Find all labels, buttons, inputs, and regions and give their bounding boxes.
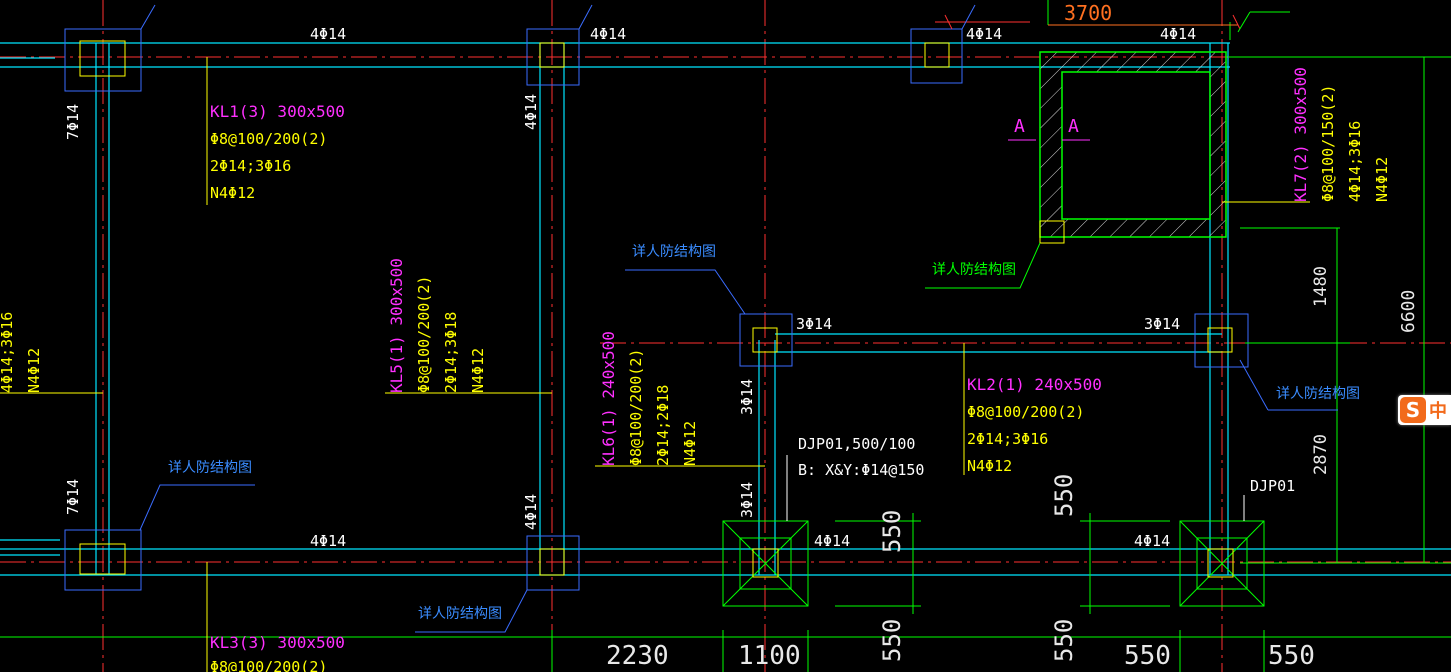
section-mark-a-left: A <box>1014 116 1025 137</box>
rebar-label-top-2: 4Φ14 <box>590 25 626 43</box>
beam-outlines <box>0 42 1451 576</box>
sogou-ime-icon[interactable]: S <box>1400 397 1426 423</box>
dim-550-h1: 550 <box>1124 641 1171 671</box>
rebar-label-v-2: 7Φ14 <box>64 479 82 515</box>
kl3-name: KL3(3) 300x500 <box>210 633 345 652</box>
kl6-waist: N4Φ12 <box>681 421 699 466</box>
cad-drawing-canvas[interactable]: 4Φ14 4Φ14 4Φ14 4Φ14 4Φ14 4Φ14 4Φ14 3Φ14 … <box>0 0 1451 672</box>
pile-caps <box>722 520 1265 607</box>
kl1-waist: N4Φ12 <box>210 184 255 202</box>
kl7-name: KL7(2) 300x500 <box>1291 67 1310 202</box>
kl3-stirrup: Φ8@100/200(2) <box>210 658 327 672</box>
note-see-detail-4: 详人防结构图 <box>168 460 252 476</box>
kl1-name: KL1(3) 300x500 <box>210 102 345 121</box>
kl2-bars: 2Φ14;3Φ16 <box>967 430 1048 448</box>
kl2-stirrup: Φ8@100/200(2) <box>967 403 1084 421</box>
djp01-spec: DJP01,500/100 <box>798 435 915 453</box>
kl6-name: KL6(1) 240x500 <box>599 331 618 466</box>
kl5-waist: N4Φ12 <box>469 348 487 393</box>
kl1-bars: 2Φ14;3Φ16 <box>210 157 291 175</box>
kl6-stirrup: Φ8@100/200(2) <box>627 349 645 466</box>
kl6-bars: 2Φ14;2Φ18 <box>654 385 672 466</box>
note-see-detail-3: 详人防结构图 <box>1276 386 1360 402</box>
djp01-label: DJP01 <box>1250 477 1295 495</box>
dim-550-h2: 550 <box>1268 641 1315 671</box>
rebar-label-v-1: 7Φ14 <box>64 104 82 140</box>
rebar-label-v-3: 4Φ14 <box>522 94 540 130</box>
ime-toolbar[interactable]: S 中 <box>1398 395 1451 425</box>
rebar-label-bot-1: 4Φ14 <box>310 532 346 550</box>
dim-2870: 2870 <box>1311 434 1331 475</box>
rebar-label-v-5: 3Φ14 <box>738 379 756 415</box>
dim-550-v4: 550 <box>1050 619 1078 662</box>
column-c1 <box>739 313 793 367</box>
kl1-stirrup: Φ8@100/200(2) <box>210 130 327 148</box>
kl2-waist: N4Φ12 <box>967 457 1012 475</box>
kl7-stirrup: Φ8@100/150(2) <box>1319 85 1337 202</box>
column-b2 <box>526 535 580 591</box>
dim-6600: 6600 <box>1398 290 1419 333</box>
rebar-label-bot-3: 4Φ14 <box>1134 532 1170 550</box>
rebar-label-mid-1: 3Φ14 <box>796 315 832 333</box>
note-see-detail-1: 详人防结构图 <box>632 244 716 260</box>
leader-lines <box>0 4 1338 672</box>
kl5-bars: 2Φ14;3Φ18 <box>442 312 460 393</box>
rebar-label-top-1: 4Φ14 <box>310 25 346 43</box>
rebar-label-mid-2: 3Φ14 <box>1144 315 1180 333</box>
column-a3 <box>910 28 963 84</box>
kl5-stirrup: Φ8@100/200(2) <box>415 276 433 393</box>
dim-550-v3: 550 <box>878 619 906 662</box>
dim-550-v2: 550 <box>1050 474 1078 517</box>
dim-1480: 1480 <box>1311 266 1331 307</box>
kl5-name: KL5(1) 300x500 <box>387 258 406 393</box>
kl7-waist: N4Φ12 <box>1373 157 1391 202</box>
rebar-label-top-4: 4Φ14 <box>1160 25 1196 43</box>
rebar-label-bot-2: 4Φ14 <box>814 532 850 550</box>
rebar-label-top-3: 4Φ14 <box>966 25 1002 43</box>
shelter-wall <box>1039 51 1227 244</box>
note-see-detail-5: 详人防结构图 <box>418 606 502 622</box>
note-see-detail-2: 详人防结构图 <box>932 262 1016 278</box>
kl2-name: KL2(1) 240x500 <box>967 375 1102 394</box>
left-beam-waist: N4Φ12 <box>25 348 43 393</box>
section-mark-a-right: A <box>1068 116 1079 137</box>
rebar-label-v-4: 4Φ14 <box>522 494 540 530</box>
rebar-label-v-6: 3Φ14 <box>738 482 756 518</box>
left-beam-bars: 4Φ14;3Φ16 <box>0 312 16 393</box>
djp01-bars: B: X&Y:Φ14@150 <box>798 461 924 479</box>
dim-550-v1: 550 <box>878 510 906 553</box>
dim-1100: 1100 <box>738 641 801 671</box>
dim-2230: 2230 <box>606 641 669 671</box>
dim-3700: 3700 <box>1064 1 1112 25</box>
kl7-bars: 4Φ14;3Φ16 <box>1346 121 1364 202</box>
ime-chinese-mode-indicator[interactable]: 中 <box>1429 397 1447 423</box>
